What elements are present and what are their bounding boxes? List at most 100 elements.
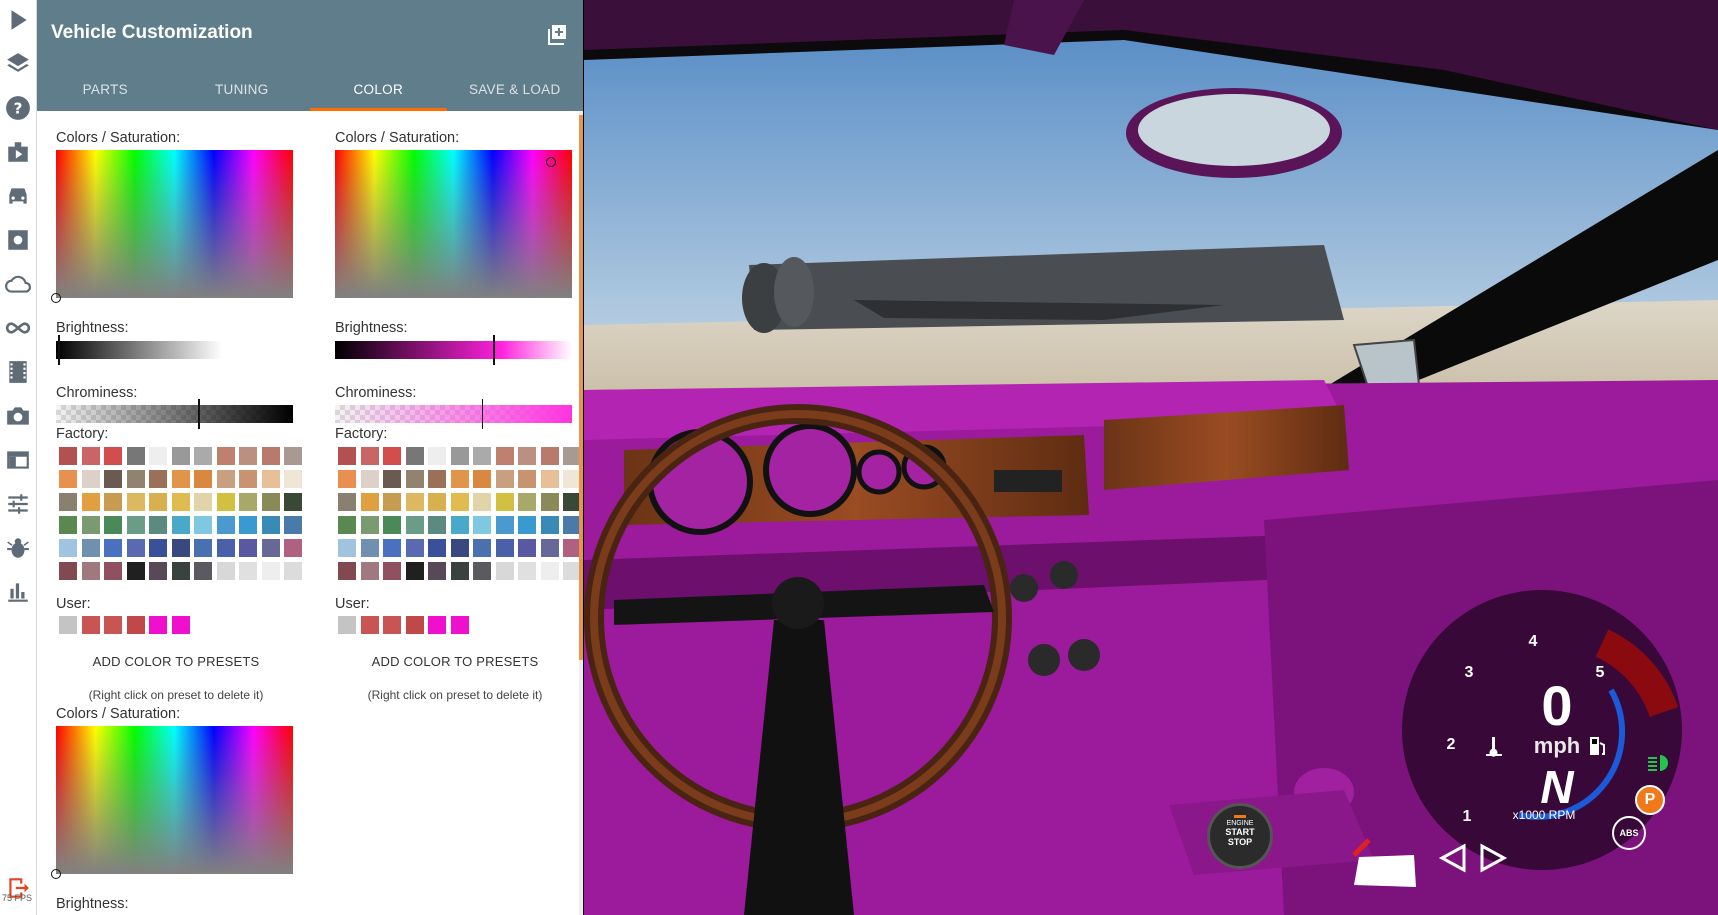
factory-swatch[interactable]	[284, 470, 302, 488]
factory-swatch[interactable]	[194, 516, 212, 534]
brightness-handle[interactable]	[58, 335, 60, 365]
chrominess-slider[interactable]	[335, 399, 572, 429]
factory-swatch[interactable]	[239, 470, 257, 488]
factory-swatch[interactable]	[171, 447, 190, 465]
user-swatch[interactable]	[149, 616, 167, 634]
factory-swatch[interactable]	[284, 493, 302, 511]
factory-swatch[interactable]	[540, 562, 559, 580]
factory-swatch[interactable]	[126, 516, 145, 534]
factory-swatch[interactable]	[194, 470, 212, 488]
factory-swatch[interactable]	[428, 562, 446, 580]
factory-swatch[interactable]	[450, 447, 469, 465]
factory-swatch[interactable]	[104, 516, 122, 534]
factory-swatch[interactable]	[59, 447, 77, 465]
play-icon[interactable]	[2, 4, 34, 36]
brightness-slider[interactable]	[335, 335, 572, 365]
saturation-handle[interactable]	[51, 869, 61, 879]
factory-swatch[interactable]	[473, 470, 491, 488]
factory-swatch[interactable]	[261, 470, 280, 488]
factory-swatch[interactable]	[338, 516, 356, 534]
factory-swatch[interactable]	[104, 539, 122, 557]
user-swatch[interactable]	[81, 616, 100, 634]
factory-swatch[interactable]	[239, 562, 257, 580]
tab-tuning[interactable]: TUNING	[174, 68, 311, 111]
stats-icon[interactable]	[2, 576, 34, 608]
factory-swatch[interactable]	[59, 516, 77, 534]
add-color-to-presets-button[interactable]: ADD COLOR TO PRESETS	[56, 654, 296, 669]
factory-swatch[interactable]	[239, 539, 257, 557]
vehicle-icon[interactable]	[2, 180, 34, 212]
factory-swatch[interactable]	[383, 539, 401, 557]
factory-swatch[interactable]	[261, 562, 280, 580]
factory-swatch[interactable]	[540, 516, 559, 534]
factory-swatch[interactable]	[104, 493, 122, 511]
settings-icon[interactable]	[2, 224, 34, 256]
factory-swatch[interactable]	[261, 516, 280, 534]
factory-swatch[interactable]	[450, 493, 469, 511]
factory-swatch[interactable]	[405, 447, 424, 465]
factory-swatch[interactable]	[81, 562, 100, 580]
brightness-handle[interactable]	[493, 335, 495, 365]
factory-swatch[interactable]	[284, 516, 302, 534]
factory-swatch[interactable]	[171, 539, 190, 557]
factory-swatch[interactable]	[405, 539, 424, 557]
user-swatch[interactable]	[450, 616, 469, 634]
factory-swatch[interactable]	[405, 516, 424, 534]
factory-swatch[interactable]	[81, 493, 100, 511]
factory-swatch[interactable]	[360, 562, 379, 580]
factory-swatch[interactable]	[261, 539, 280, 557]
factory-swatch[interactable]	[149, 516, 167, 534]
factory-swatch[interactable]	[171, 470, 190, 488]
factory-swatch[interactable]	[495, 470, 514, 488]
factory-swatch[interactable]	[104, 470, 122, 488]
factory-swatch[interactable]	[104, 562, 122, 580]
factory-swatch[interactable]	[360, 516, 379, 534]
factory-swatch[interactable]	[338, 447, 356, 465]
factory-swatch[interactable]	[473, 562, 491, 580]
factory-swatch[interactable]	[473, 516, 491, 534]
engine-start-stop-button[interactable]: ENGINE START STOP	[1207, 803, 1273, 869]
factory-swatch[interactable]	[81, 516, 100, 534]
factory-swatch[interactable]	[338, 562, 356, 580]
factory-swatch[interactable]	[518, 470, 536, 488]
factory-swatch[interactable]	[59, 539, 77, 557]
chrominess-handle[interactable]	[481, 399, 484, 429]
factory-swatch[interactable]	[59, 562, 77, 580]
chrominess-slider[interactable]	[56, 399, 293, 429]
brightness-slider[interactable]	[56, 335, 293, 365]
factory-swatch[interactable]	[59, 470, 77, 488]
factory-swatch[interactable]	[126, 493, 145, 511]
factory-swatch[interactable]	[239, 493, 257, 511]
factory-swatch[interactable]	[194, 539, 212, 557]
factory-swatch[interactable]	[450, 516, 469, 534]
saturation-handle[interactable]	[546, 157, 556, 167]
factory-swatch[interactable]	[495, 539, 514, 557]
panel-scrollbar-thumb[interactable]	[579, 115, 583, 660]
factory-swatch[interactable]	[126, 562, 145, 580]
factory-swatch[interactable]	[518, 447, 536, 465]
factory-swatch[interactable]	[428, 470, 446, 488]
factory-swatch[interactable]	[495, 516, 514, 534]
factory-swatch[interactable]	[383, 493, 401, 511]
factory-swatch[interactable]	[284, 539, 302, 557]
sliders-icon[interactable]	[2, 488, 34, 520]
factory-swatch[interactable]	[216, 539, 235, 557]
saturation-area[interactable]	[51, 150, 293, 303]
factory-swatch[interactable]	[540, 470, 559, 488]
factory-swatch[interactable]	[194, 493, 212, 511]
factory-swatch[interactable]	[104, 447, 122, 465]
factory-swatch[interactable]	[428, 447, 446, 465]
factory-swatch[interactable]	[473, 539, 491, 557]
factory-swatch[interactable]	[450, 562, 469, 580]
factory-swatch[interactable]	[81, 447, 100, 465]
user-swatch[interactable]	[360, 616, 379, 634]
tab-parts[interactable]: PARTS	[37, 68, 174, 111]
scenario-icon[interactable]	[2, 136, 34, 168]
factory-swatch[interactable]	[81, 470, 100, 488]
factory-swatch[interactable]	[383, 562, 401, 580]
add-color-to-presets-button[interactable]: ADD COLOR TO PRESETS	[335, 654, 575, 669]
factory-swatch[interactable]	[495, 447, 514, 465]
factory-swatch[interactable]	[239, 447, 257, 465]
layers-icon[interactable]	[2, 48, 34, 80]
film-icon[interactable]	[2, 356, 34, 388]
